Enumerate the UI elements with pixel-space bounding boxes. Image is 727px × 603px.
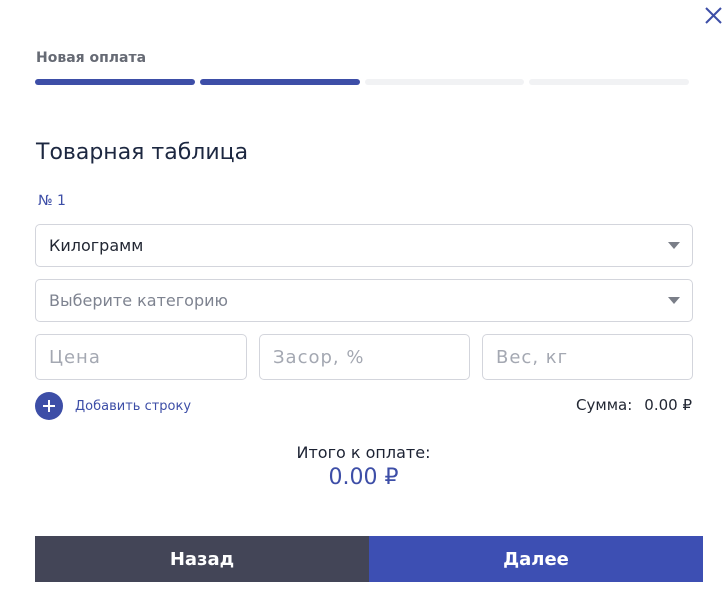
section-title: Товарная таблица [36,140,249,165]
payment-modal: Новая оплата Товарная таблица № 1 Килогр… [0,0,727,603]
sum-value: 0.00 ₽ [644,396,692,414]
sum-label: Сумма: [576,396,633,414]
total-label: Итого к оплате: [296,443,431,462]
back-button[interactable]: Назад [35,536,369,582]
category-select-placeholder: Выберите категорию [49,291,228,310]
waste-input[interactable] [259,334,470,380]
unit-select[interactable]: Килограмм [35,224,693,267]
row-sum: Сумма: 0.00 ₽ [576,396,692,414]
add-row-button[interactable]: Добавить строку [35,392,191,420]
next-button[interactable]: Далее [369,536,703,582]
add-row-label: Добавить строку [75,398,192,414]
unit-select-value: Килограмм [49,236,144,255]
total-value: 0.00 ₽ [328,465,399,490]
caret-down-icon [668,297,680,304]
price-input[interactable] [35,334,247,380]
progress-segment [529,79,689,85]
progress-segment [35,79,195,85]
close-icon [705,7,722,24]
caret-down-icon [668,242,680,249]
plus-icon [35,392,63,420]
row-number: № 1 [38,193,66,209]
step-title: Новая оплата [36,50,147,66]
progress-segment [199,79,360,85]
progress-segment [364,79,525,85]
close-button[interactable] [701,3,725,27]
weight-input[interactable] [482,334,693,380]
progress-bar [35,79,689,85]
category-select[interactable]: Выберите категорию [35,279,693,322]
